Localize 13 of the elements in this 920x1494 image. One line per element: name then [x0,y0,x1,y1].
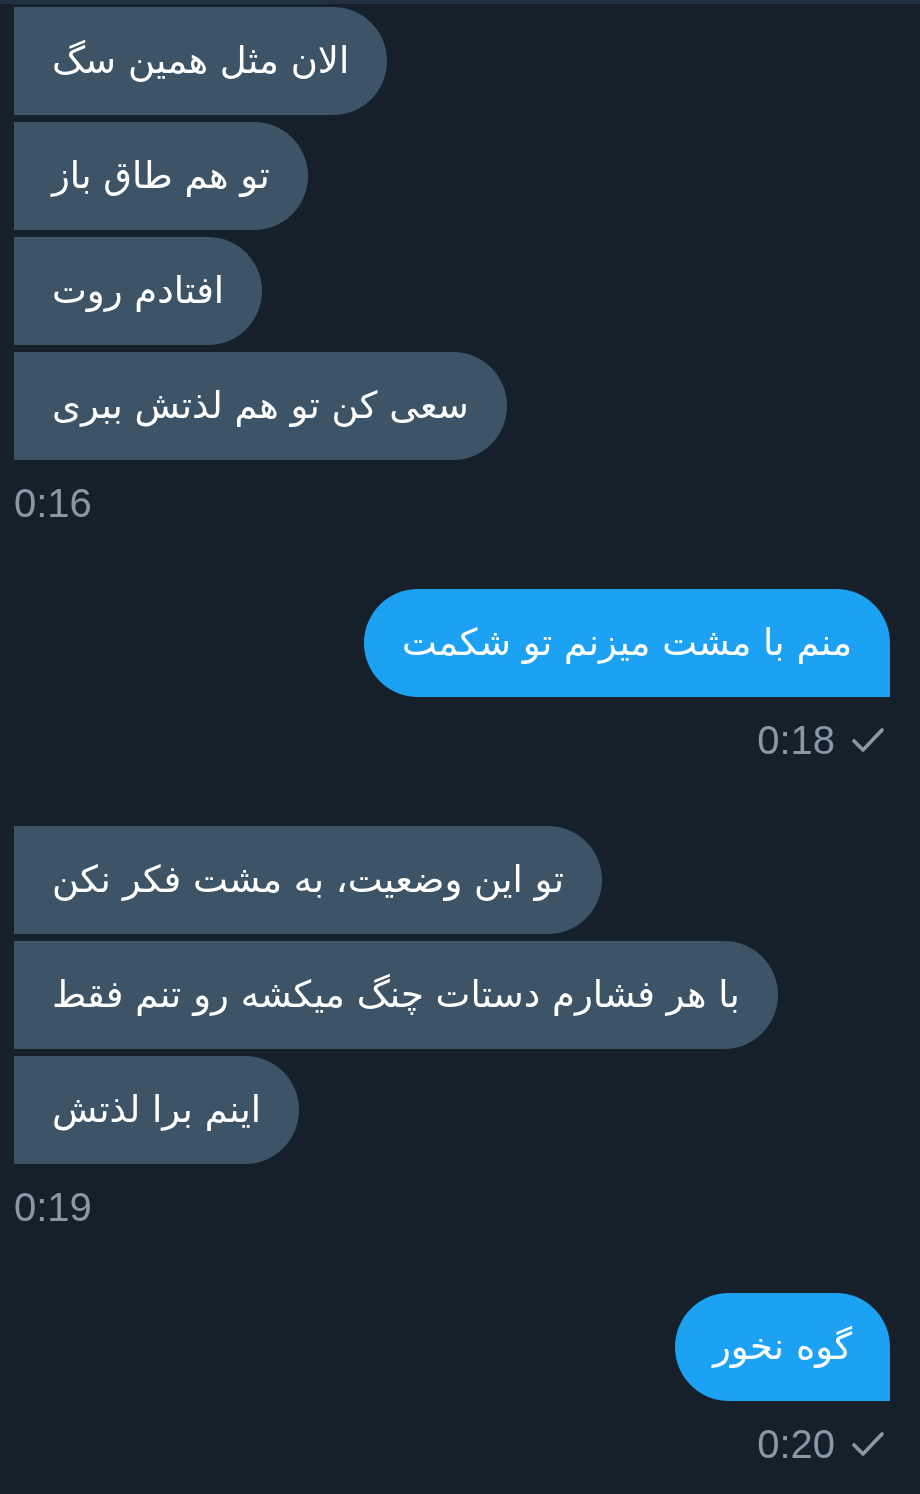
message-time: 0:16 [14,480,92,527]
message-bubble: تو این وضعیت، به مشت فکر نکن [14,826,603,934]
message-bubble: الان مثل همین سگ [14,7,388,115]
message-bubble: سعی کن تو هم لذتش ببری [14,352,507,460]
message-bubble: منم با مشت میزنم تو شکمت [363,589,890,697]
message-bubble: تو هم طاق باز [14,122,308,230]
message-bubble: گوه نخور [674,1293,890,1401]
message-time: 0:19 [14,1184,92,1231]
message-bubble: اینم برا لذتش [14,1056,300,1164]
message-bubble: با هر فشارم دستات چنگ میکشه رو تنم فقط [14,941,778,1049]
message-bubble: افتادم روت [14,237,263,345]
message-time: 0:18 [757,717,835,764]
message-time: 0:20 [757,1421,835,1468]
